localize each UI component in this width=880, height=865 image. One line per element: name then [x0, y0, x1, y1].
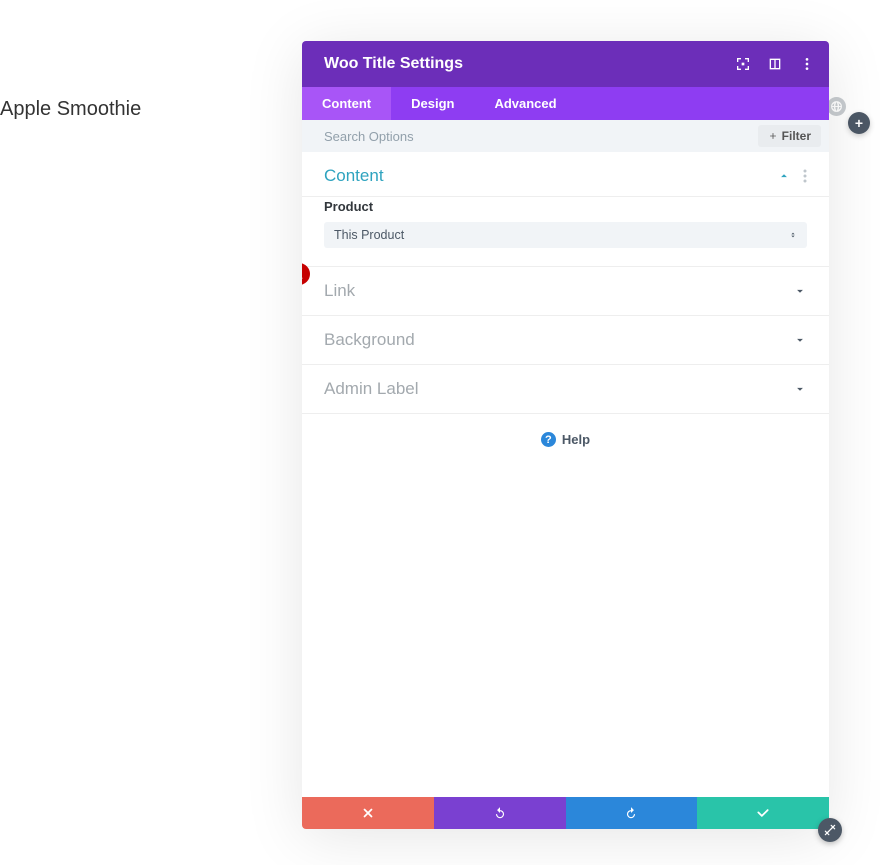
- search-row: Filter: [302, 120, 829, 152]
- close-icon: [361, 806, 375, 820]
- add-module-button[interactable]: +: [848, 112, 870, 134]
- plus-icon: [768, 131, 778, 141]
- section-more-icon[interactable]: [803, 169, 807, 183]
- chevron-up-icon: [777, 169, 791, 183]
- panel-footer: [302, 797, 829, 829]
- more-icon[interactable]: [799, 56, 815, 72]
- chevron-down-icon: [793, 382, 807, 396]
- section-content-title: Content: [324, 166, 777, 186]
- panel-tabs: Content Design Advanced: [302, 87, 829, 120]
- section-link-header[interactable]: Link: [302, 266, 829, 316]
- help-label: Help: [562, 432, 590, 447]
- product-select[interactable]: This Product: [324, 222, 807, 248]
- tab-advanced[interactable]: Advanced: [474, 87, 576, 120]
- panel-title: Woo Title Settings: [324, 55, 735, 73]
- focus-icon[interactable]: [735, 56, 751, 72]
- section-admin-label-title: Admin Label: [324, 379, 793, 399]
- save-button[interactable]: [697, 797, 829, 829]
- section-content-body: Product This Product: [302, 199, 829, 266]
- sections-container: Content Product This Product Link Backgr…: [302, 152, 829, 797]
- search-input[interactable]: [324, 129, 758, 144]
- section-background-title: Background: [324, 330, 793, 350]
- resize-handle[interactable]: [818, 818, 842, 842]
- product-select-wrap: This Product: [324, 222, 807, 248]
- redo-button[interactable]: [566, 797, 698, 829]
- redo-icon: [624, 806, 638, 820]
- filter-button[interactable]: Filter: [758, 125, 821, 147]
- settings-panel: 1 Woo Title Settings Content Design Adva…: [302, 41, 829, 829]
- filter-button-label: Filter: [782, 129, 811, 143]
- page-product-title: Apple Smoothie: [0, 98, 141, 121]
- tab-design[interactable]: Design: [391, 87, 474, 120]
- field-label-product: Product: [324, 199, 807, 214]
- undo-button[interactable]: [434, 797, 566, 829]
- panel-header: Woo Title Settings: [302, 41, 829, 87]
- section-admin-label-header[interactable]: Admin Label: [302, 365, 829, 414]
- section-link-title: Link: [324, 281, 793, 301]
- help-row[interactable]: ? Help: [302, 414, 829, 465]
- chevron-down-icon: [793, 333, 807, 347]
- section-background-header[interactable]: Background: [302, 316, 829, 365]
- globe-icon: [827, 97, 846, 116]
- tab-content[interactable]: Content: [302, 87, 391, 120]
- check-icon: [756, 806, 770, 820]
- columns-icon[interactable]: [767, 56, 783, 72]
- chevron-down-icon: [793, 284, 807, 298]
- help-icon: ?: [541, 432, 556, 447]
- select-caret-icon: [789, 229, 797, 241]
- section-content-header[interactable]: Content: [302, 152, 829, 197]
- cancel-button[interactable]: [302, 797, 434, 829]
- undo-icon: [493, 806, 507, 820]
